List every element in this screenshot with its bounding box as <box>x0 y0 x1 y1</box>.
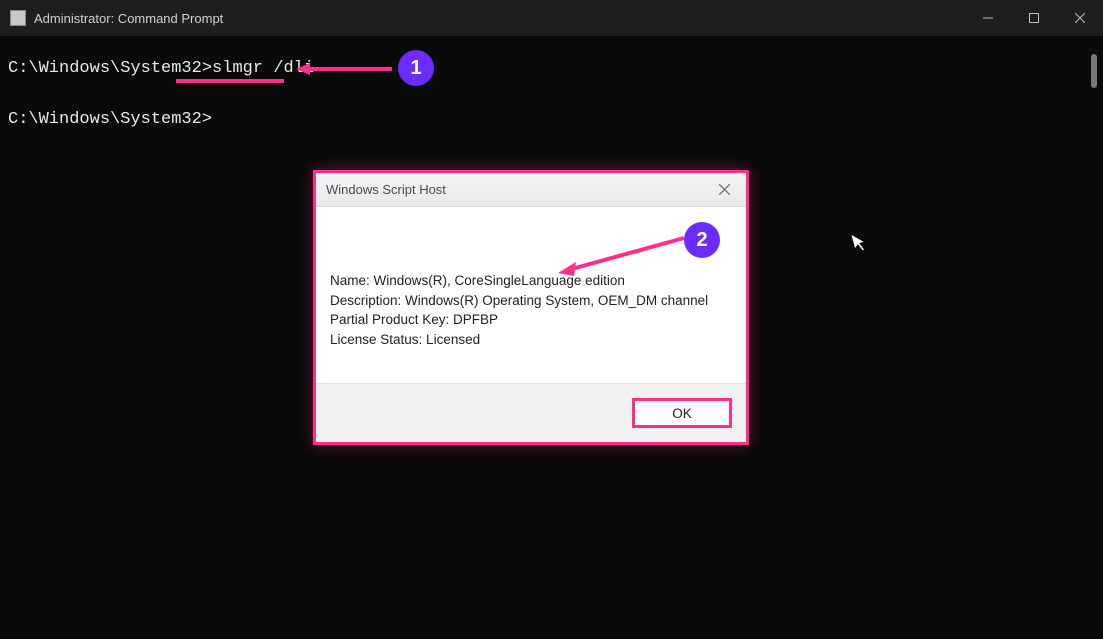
ok-button[interactable]: OK <box>632 398 732 428</box>
close-button[interactable] <box>1057 0 1103 36</box>
dialog-description-line: Description: Windows(R) Operating System… <box>330 291 732 311</box>
dialog-partial-key-line: Partial Product Key: DPFBP <box>330 310 732 330</box>
dialog-body: Name: Windows(R), CoreSingleLanguage edi… <box>316 207 746 383</box>
cmd-icon <box>10 10 26 26</box>
terminal-area[interactable]: C:\Windows\System32>slmgr /dli C:\Window… <box>0 36 1103 141</box>
minimize-button[interactable] <box>965 0 1011 36</box>
mouse-cursor-icon <box>851 231 871 259</box>
annotation-underline <box>176 79 284 83</box>
dialog-license-status-line: License Status: Licensed <box>330 330 732 350</box>
window-title: Administrator: Command Prompt <box>34 11 223 26</box>
dialog-titlebar[interactable]: Windows Script Host <box>316 173 746 207</box>
dialog-name-line: Name: Windows(R), CoreSingleLanguage edi… <box>330 271 732 291</box>
window-controls <box>965 0 1103 36</box>
terminal-blank-line <box>8 82 1095 108</box>
scrollbar-thumb[interactable] <box>1091 54 1097 88</box>
dialog-window: Windows Script Host Name: Windows(R), Co… <box>313 170 749 445</box>
dialog-close-button[interactable] <box>712 178 736 202</box>
dialog-footer: OK <box>316 383 746 442</box>
titlebar: Administrator: Command Prompt <box>0 0 1103 36</box>
terminal-line-2: C:\Windows\System32> <box>8 107 1095 133</box>
maximize-button[interactable] <box>1011 0 1057 36</box>
dialog-title: Windows Script Host <box>326 182 446 197</box>
terminal-line-1: C:\Windows\System32>slmgr /dli <box>8 56 1095 82</box>
